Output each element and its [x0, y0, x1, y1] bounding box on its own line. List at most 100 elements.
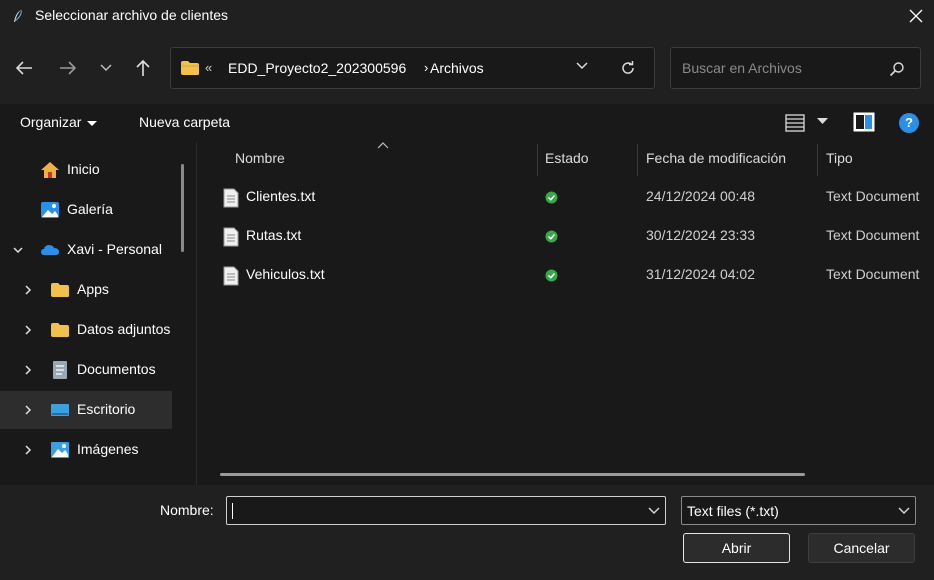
file-type-filter[interactable]: Text files (*.txt) [681, 496, 916, 525]
new-folder-button[interactable]: Nueva carpeta [139, 114, 230, 130]
back-button[interactable] [10, 54, 38, 82]
folder-icon [51, 283, 69, 297]
file-type: Text Document [826, 188, 920, 204]
sidebar-item-label: Documentos [77, 361, 156, 377]
close-button[interactable] [898, 0, 934, 32]
home-icon [41, 162, 59, 178]
search-placeholder: Buscar en Archivos [682, 60, 802, 76]
pictures-icon [51, 442, 69, 458]
forward-button[interactable] [54, 54, 82, 82]
documents-icon [53, 361, 67, 379]
folder-icon [51, 323, 69, 337]
file-name: Rutas.txt [246, 227, 302, 243]
text-file-icon [223, 266, 239, 286]
file-name: Vehiculos.txt [246, 266, 325, 282]
text-file-icon [223, 188, 239, 208]
sidebar-item-inicio[interactable]: Inicio [0, 151, 172, 189]
sidebar-item-imagenes[interactable]: Imágenes [0, 431, 172, 469]
chevron-down-icon[interactable] [12, 244, 24, 256]
column-divider[interactable] [637, 144, 638, 176]
sidebar-item-label: Galería [67, 201, 113, 217]
caret-down-icon [87, 120, 98, 126]
onedrive-cloud-icon [41, 245, 59, 255]
close-icon [909, 9, 923, 23]
arrow-right-icon [60, 61, 77, 75]
dialog-footer: Nombre: Text files (*.txt) Abrir Cancela… [0, 485, 934, 580]
organize-label: Organizar [20, 114, 82, 130]
horizontal-scrollbar[interactable] [220, 473, 805, 476]
title-bar: Seleccionar archivo de clientes [0, 0, 934, 32]
address-bar[interactable]: « EDD_Proyecto2_202300596 › Archivos [170, 47, 655, 89]
column-divider[interactable] [537, 144, 538, 176]
breadcrumb-segment-current[interactable]: Archivos [430, 60, 484, 76]
file-type-filter-value: Text files (*.txt) [687, 503, 779, 519]
sidebar-item-documentos[interactable]: Documentos [0, 351, 172, 389]
address-overflow[interactable]: « [205, 60, 212, 75]
up-button[interactable] [129, 54, 157, 82]
file-row[interactable]: Vehiculos.txt 31/12/2024 04:02 Text Docu… [217, 257, 934, 295]
desktop-icon [51, 404, 69, 416]
chevron-right-icon[interactable] [22, 444, 34, 456]
column-divider[interactable] [817, 144, 818, 176]
search-icon [889, 62, 904, 77]
synced-status-icon [545, 230, 558, 243]
column-header-name[interactable]: Nombre [235, 150, 285, 166]
chevron-down-icon[interactable] [648, 506, 660, 516]
sidebar-item-label: Xavi - Personal [67, 241, 162, 257]
search-box[interactable]: Buscar en Archivos [670, 47, 921, 89]
sidebar-item-escritorio[interactable]: Escritorio [0, 391, 172, 429]
breadcrumb-segment[interactable]: EDD_Proyecto2_202300596 [228, 60, 406, 76]
sidebar-item-datos-adjuntos[interactable]: Datos adjuntos [0, 311, 172, 349]
caret-down-icon[interactable] [817, 118, 828, 125]
file-row[interactable]: Clientes.txt 24/12/2024 00:48 Text Docum… [217, 179, 934, 217]
gallery-icon [41, 202, 59, 218]
sidebar-item-label: Escritorio [77, 401, 136, 417]
view-options-icon[interactable] [785, 114, 805, 132]
sidebar-scrollbar[interactable] [181, 164, 184, 252]
navigation-pane: Inicio Galería Xavi - Personal Apps Dato… [0, 142, 196, 485]
text-cursor [232, 503, 233, 519]
file-name: Clientes.txt [246, 188, 316, 204]
sidebar-item-label: Apps [77, 281, 109, 297]
sidebar-item-apps[interactable]: Apps [0, 271, 172, 309]
sidebar-item-galeria[interactable]: Galería [0, 191, 172, 229]
file-type: Text Document [826, 266, 920, 282]
file-name-input[interactable] [226, 496, 666, 525]
refresh-icon[interactable] [620, 60, 636, 76]
column-header-status[interactable]: Estado [545, 150, 589, 166]
synced-status-icon [545, 191, 558, 204]
chevron-right-icon[interactable] [22, 364, 34, 376]
text-file-icon [223, 227, 239, 247]
feather-app-icon [14, 9, 22, 22]
sidebar-item-label: Imágenes [77, 441, 139, 457]
chevron-right-icon[interactable] [22, 404, 34, 416]
recent-locations-button[interactable] [92, 54, 120, 82]
folder-icon [181, 61, 199, 75]
sort-ascending-icon [377, 142, 389, 149]
column-header-type[interactable]: Tipo [826, 150, 853, 166]
cancel-button[interactable]: Cancelar [808, 533, 915, 563]
organize-menu[interactable]: Organizar [20, 114, 98, 130]
arrow-left-icon [15, 61, 32, 75]
sidebar-item-label: Inicio [67, 161, 100, 177]
file-row[interactable]: Rutas.txt 30/12/2024 23:33 Text Document [217, 218, 934, 256]
chevron-down-icon [100, 64, 112, 72]
arrow-up-icon [136, 59, 150, 76]
breadcrumb-separator[interactable]: › [424, 60, 428, 75]
synced-status-icon [545, 269, 558, 282]
open-button[interactable]: Abrir [683, 533, 790, 563]
file-date: 31/12/2024 04:02 [646, 266, 755, 282]
chevron-down-icon[interactable] [576, 61, 588, 71]
chevron-right-icon[interactable] [22, 284, 34, 296]
file-date: 24/12/2024 00:48 [646, 188, 755, 204]
chevron-right-icon[interactable] [22, 324, 34, 336]
command-bar: Organizar Nueva carpeta ? [0, 104, 934, 142]
file-type: Text Document [826, 227, 920, 243]
navigation-bar: « EDD_Proyecto2_202300596 › Archivos Bus… [0, 32, 934, 104]
column-header-modified[interactable]: Fecha de modificación [646, 150, 786, 166]
file-date: 30/12/2024 23:33 [646, 227, 755, 243]
help-icon[interactable]: ? [899, 113, 919, 133]
preview-pane-icon[interactable] [853, 112, 875, 135]
sidebar-item-xavi-personal[interactable]: Xavi - Personal [0, 231, 172, 269]
chevron-down-icon [898, 507, 910, 514]
